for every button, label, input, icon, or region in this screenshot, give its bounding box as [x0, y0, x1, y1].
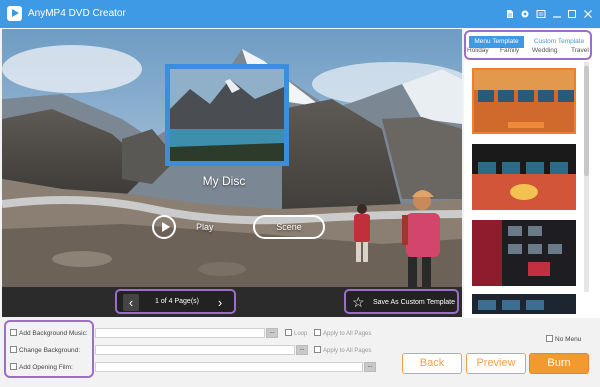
loop-label: Loop: [294, 331, 308, 337]
template-thumbnail: [472, 220, 576, 286]
apply-all-label-2: Apply to All Pages: [323, 348, 372, 354]
opening-film-path[interactable]: [95, 362, 363, 372]
star-icon: ☆: [352, 294, 365, 310]
settings-icon[interactable]: [520, 9, 530, 19]
opening-film-option[interactable]: Add Opening Film:: [10, 363, 73, 371]
checkbox-background-music[interactable]: [10, 329, 17, 336]
background-music-option[interactable]: Add Background Music:: [10, 329, 88, 337]
browse-music-button[interactable]: ...: [266, 328, 278, 338]
close-icon[interactable]: [583, 9, 593, 19]
page-navigator: ‹ 1 of 4 Page(s) ›: [115, 289, 236, 314]
minimize-icon[interactable]: [552, 9, 562, 19]
save-template-label: Save As Custom Template: [373, 299, 455, 306]
template-tabs: Menu Template Custom Template: [464, 30, 592, 60]
change-background-label: Change Background:: [19, 347, 81, 354]
no-menu-option[interactable]: No Menu: [546, 335, 581, 343]
template-thumbnail: [472, 144, 576, 210]
title-bar: AnyMP4 DVD Creator: [0, 0, 600, 28]
checkbox-apply-all-2[interactable]: [314, 346, 321, 353]
background-music-path[interactable]: [95, 328, 265, 338]
maximize-icon[interactable]: [567, 9, 577, 19]
template-item[interactable]: [472, 68, 576, 134]
checkbox-loop[interactable]: [285, 329, 292, 336]
change-background-option[interactable]: Change Background:: [10, 346, 80, 354]
category-travel[interactable]: Travel: [571, 47, 589, 54]
checkbox-apply-all-1[interactable]: [314, 329, 321, 336]
back-button[interactable]: Back: [402, 353, 462, 374]
checkbox-opening-film[interactable]: [10, 363, 17, 370]
browse-background-button[interactable]: ...: [296, 345, 308, 355]
template-thumbnail: [474, 70, 574, 132]
menu-preview: My Disc Play Scene: [2, 29, 462, 287]
page-indicator: 1 of 4 Page(s): [155, 298, 199, 305]
burn-button[interactable]: Burn: [529, 353, 589, 374]
no-menu-label: No Menu: [555, 336, 582, 343]
chapter-thumbnail[interactable]: [165, 64, 289, 166]
template-thumbnail: [472, 294, 576, 314]
loop-option[interactable]: Loop: [285, 329, 307, 337]
save-custom-template-button[interactable]: ☆ Save As Custom Template: [344, 289, 459, 314]
next-page-icon[interactable]: ›: [212, 294, 228, 311]
category-holiday[interactable]: Holiday: [467, 47, 489, 54]
checkbox-change-background[interactable]: [10, 346, 17, 353]
app-window: AnyMP4 DVD Creator My Disc Play Scene ‹ …: [0, 0, 600, 387]
play-button-label[interactable]: Play: [196, 222, 214, 232]
thumbnail-image: [170, 69, 284, 161]
previous-page-icon[interactable]: ‹: [123, 294, 139, 311]
preview-button[interactable]: Preview: [466, 353, 526, 374]
template-item[interactable]: [472, 294, 576, 314]
category-family[interactable]: Family: [500, 47, 519, 54]
file-icon[interactable]: [505, 9, 515, 19]
background-music-label: Add Background Music:: [19, 330, 88, 337]
apply-all-label-1: Apply to All Pages: [323, 331, 372, 337]
apply-all-pages-option-1[interactable]: Apply to All Pages: [314, 329, 371, 337]
browse-opening-film-button[interactable]: ...: [364, 362, 376, 372]
apply-all-pages-option-2[interactable]: Apply to All Pages: [314, 346, 371, 354]
category-wedding[interactable]: Wedding: [532, 47, 558, 54]
template-item[interactable]: [472, 220, 576, 286]
checkbox-no-menu[interactable]: [546, 335, 553, 342]
menu-icon[interactable]: [536, 9, 546, 19]
opening-film-label: Add Opening Film:: [19, 364, 73, 371]
background-path[interactable]: [95, 345, 295, 355]
scene-button[interactable]: Scene: [253, 215, 325, 239]
app-title: AnyMP4 DVD Creator: [28, 8, 126, 19]
template-scrollbar[interactable]: [584, 62, 589, 292]
disc-title[interactable]: My Disc: [165, 174, 283, 188]
template-item[interactable]: [472, 144, 576, 210]
play-icon[interactable]: [152, 215, 176, 239]
app-logo-icon: [7, 6, 22, 21]
